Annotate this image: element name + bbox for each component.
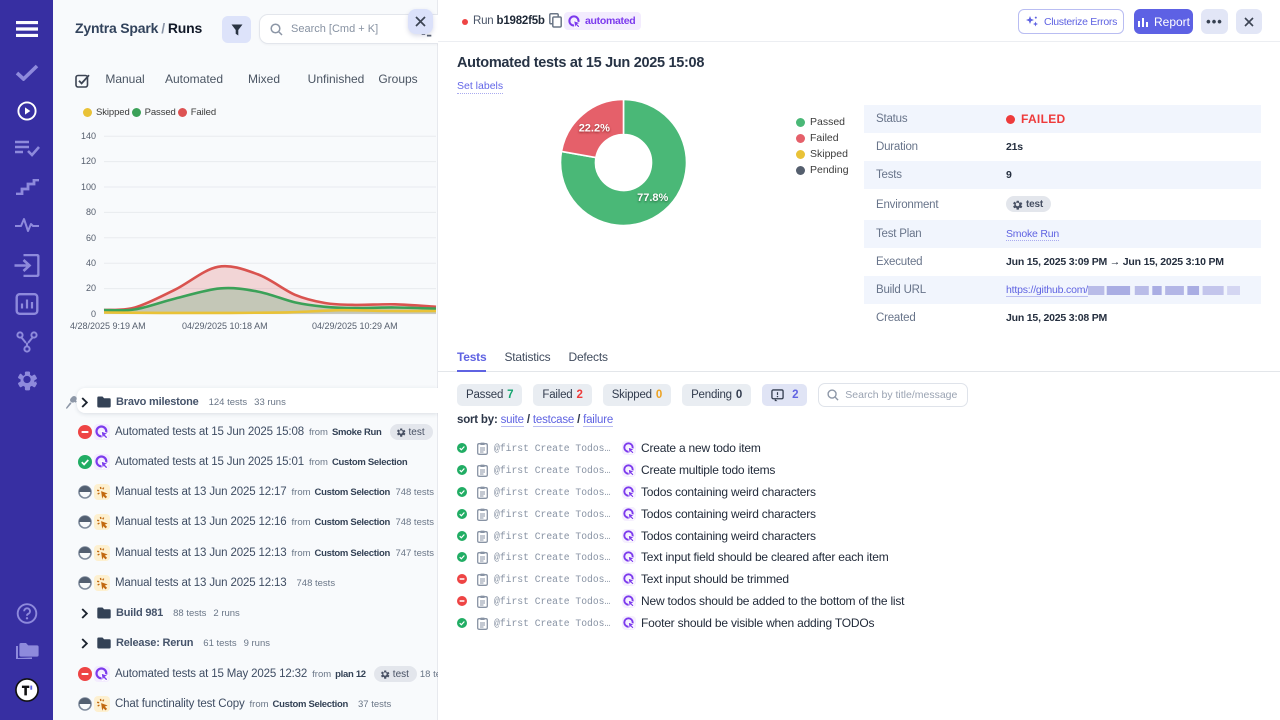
svg-text:77.8%: 77.8%	[637, 192, 668, 204]
svg-text:22.2%: 22.2%	[579, 122, 610, 134]
